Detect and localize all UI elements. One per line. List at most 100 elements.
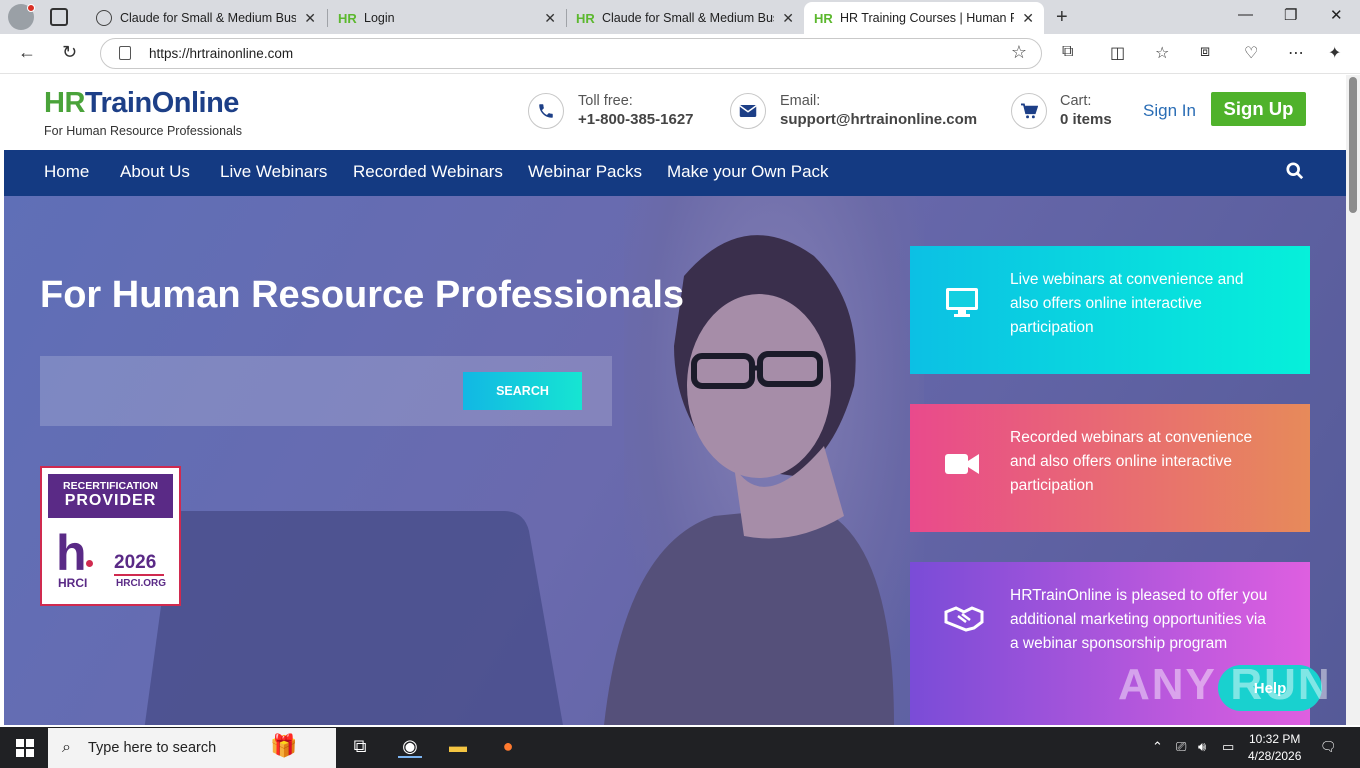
refresh-icon[interactable]: ↻ (62, 42, 77, 63)
minimize-button[interactable]: — (1238, 6, 1253, 23)
logo-name: TrainOnline (84, 87, 240, 119)
profile-avatar[interactable] (8, 4, 35, 30)
main-navigation: Home About Us Live Webinars Recorded Web… (4, 150, 1346, 196)
system-clock[interactable]: 10:32 PM 4/28/2026 (1248, 731, 1301, 765)
taskbar-search[interactable]: ⌕ Type here to search 🎁 (48, 728, 336, 768)
windows-taskbar: ⌕ Type here to search 🎁 ⧉ ◉ ▬ ● ⌃ ⎚ 🔊︎ ▭… (0, 727, 1360, 768)
nav-live-webinars[interactable]: Live Webinars (220, 162, 327, 182)
url-text[interactable]: https://hrtrainonline.com (149, 46, 293, 61)
display-icon[interactable]: ▭ (1222, 739, 1234, 755)
hero-search-input[interactable] (40, 356, 450, 426)
collections-icon[interactable]: ⧈ (1200, 43, 1210, 61)
sign-up-button[interactable]: Sign Up (1211, 92, 1306, 126)
copilot-icon[interactable]: ✦ (1328, 43, 1341, 63)
feature-card-text: Recorded webinars at convenience and als… (1010, 429, 1253, 494)
feature-card-text: HRTrainOnline is pleased to offer you ad… (1010, 587, 1268, 652)
website: HRTrainOnline For Human Resource Profess… (4, 75, 1346, 725)
browser-tab-1[interactable]: Claude for Small & Medium Busin ✕ (86, 2, 326, 34)
close-tab-icon[interactable]: ✕ (544, 10, 556, 27)
browser-tab-active[interactable]: HR HR Training Courses | Human Res ✕ (804, 2, 1044, 34)
email-label: Email: (780, 93, 821, 109)
search-highlight-icon: 🎁 (270, 733, 298, 758)
volume-icon[interactable]: 🔊︎ (1198, 739, 1206, 755)
site-logo[interactable]: HRTrainOnline (44, 87, 239, 120)
show-hidden-icons-icon[interactable]: ⌃ (1152, 739, 1163, 755)
browser-tab-strip: Claude for Small & Medium Busin ✕ HR Log… (0, 0, 1360, 34)
hero-search-box: SEARCH (40, 356, 612, 426)
globe-icon (96, 10, 112, 26)
clock-time: 10:32 PM (1249, 732, 1301, 746)
search-icon[interactable] (1286, 162, 1304, 180)
cart-label: Cart: (1060, 93, 1092, 109)
monitor-icon (946, 288, 978, 317)
lock-icon[interactable] (119, 46, 131, 60)
favorites-icon[interactable]: ☆ (1155, 43, 1169, 63)
email-address[interactable]: support@hrtrainonline.com (780, 111, 977, 128)
hero-search-button[interactable]: SEARCH (463, 372, 582, 410)
badge-line2: PROVIDER (64, 492, 157, 509)
email-icon (730, 93, 766, 129)
nav-about-us[interactable]: About Us (120, 162, 190, 182)
hero-title: For Human Resource Professionals (40, 274, 685, 316)
page-scrollbar[interactable] (1346, 75, 1360, 725)
more-menu-icon[interactable]: ⋯ (1288, 43, 1304, 63)
close-window-button[interactable]: ✕ (1330, 6, 1343, 24)
hrci-logo-letter: h (56, 525, 87, 581)
nav-recorded-webinars[interactable]: Recorded Webinars (353, 162, 503, 182)
new-tab-button[interactable]: + (1056, 6, 1068, 29)
address-bar[interactable]: https://hrtrainonline.com ☆ (100, 38, 1042, 69)
phone-icon (528, 93, 564, 129)
hr-favicon-icon: HR (576, 10, 595, 26)
scrollbar-thumb[interactable] (1349, 77, 1357, 213)
video-camera-icon (945, 454, 979, 474)
site-tagline: For Human Resource Professionals (44, 124, 242, 138)
hrci-logo-dot (86, 560, 93, 567)
nav-home[interactable]: Home (44, 162, 89, 182)
split-screen-icon[interactable]: ◫ (1110, 43, 1125, 63)
browser-tab-2[interactable]: HR Login ✕ (328, 2, 566, 34)
close-tab-icon[interactable]: ✕ (782, 10, 794, 27)
site-header: HRTrainOnline For Human Resource Profess… (4, 75, 1346, 150)
badge-brand: HRCI (58, 576, 88, 590)
restore-button[interactable]: ❐ (1284, 6, 1297, 24)
favorite-star-icon[interactable]: ☆ (1011, 42, 1027, 63)
tab-title: Claude for Small & Medium Busin (120, 11, 297, 25)
browser-tab-3[interactable]: HR Claude for Small & Medium Busin ✕ (566, 2, 804, 34)
network-icon[interactable]: ⎚ (1176, 739, 1186, 755)
notifications-icon[interactable]: 🗨︎ (1320, 739, 1337, 755)
close-tab-icon[interactable]: ✕ (304, 10, 316, 27)
tab-actions-icon[interactable] (50, 8, 68, 26)
extensions-icon[interactable]: ⧉ (1062, 43, 1073, 61)
hr-favicon-icon: HR (814, 10, 833, 26)
task-view-icon[interactable]: ⧉ (348, 736, 372, 758)
windows-start-icon[interactable] (16, 739, 34, 757)
hr-favicon-icon: HR (338, 10, 357, 26)
back-arrow-icon[interactable]: ← (18, 42, 36, 63)
toll-free-number[interactable]: +1-800-385-1627 (578, 111, 694, 128)
hrci-recertification-badge[interactable]: RECERTIFICATION PROVIDER h HRCI 2026 HRC… (40, 466, 181, 606)
tab-title: Claude for Small & Medium Busin (602, 11, 775, 25)
taskbar-search-placeholder: Type here to search (88, 740, 217, 756)
edge-browser-icon[interactable]: ◉ (398, 736, 422, 758)
nav-webinar-packs[interactable]: Webinar Packs (528, 162, 642, 182)
hero-banner: For Human Resource Professionals SEARCH … (4, 196, 1346, 725)
clock-date: 4/28/2026 (1248, 749, 1302, 763)
badge-site: HRCI.ORG (116, 578, 166, 589)
badge-line1: RECERTIFICATION (63, 480, 158, 492)
logo-hr: HR (44, 87, 85, 119)
badge-year: 2026 (114, 552, 157, 573)
feature-card-recorded-webinars[interactable]: Recorded webinars at convenience and als… (910, 404, 1310, 532)
feature-card-live-webinars[interactable]: Live webinars at convenience and also of… (910, 246, 1310, 374)
sign-in-link[interactable]: Sign In (1143, 101, 1196, 121)
browser-toolbar: ← ↻ https://hrtrainonline.com ☆ ⧉ ◫ ☆ ⧈ … (0, 34, 1360, 74)
cart-count[interactable]: 0 items (1060, 111, 1112, 128)
firefox-icon[interactable]: ● (496, 736, 520, 758)
tab-title: HR Training Courses | Human Res (840, 11, 1015, 25)
browser-essentials-icon[interactable]: ♡ (1244, 43, 1258, 63)
close-tab-icon[interactable]: ✕ (1022, 10, 1034, 27)
file-explorer-icon[interactable]: ▬ (446, 736, 470, 758)
cart-icon[interactable] (1011, 93, 1047, 129)
badge-header: RECERTIFICATION PROVIDER (48, 474, 173, 518)
handshake-icon (944, 606, 984, 632)
nav-make-your-own-pack[interactable]: Make your Own Pack (667, 162, 829, 182)
